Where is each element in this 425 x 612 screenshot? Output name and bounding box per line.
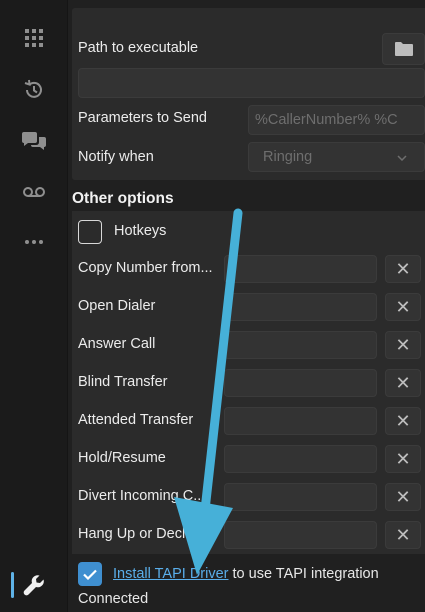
hotkey-row: Divert Incoming C... ✕ [72, 478, 425, 516]
hotkey-row: Answer Call ✕ [72, 326, 425, 364]
tapi-suffix: to use TAPI integration [228, 566, 379, 582]
hotkey-label: Hang Up or Decli... [78, 526, 201, 542]
hotkey-row: Open Dialer ✕ [72, 288, 425, 326]
wrench-icon[interactable] [0, 565, 68, 605]
tapi-checkbox[interactable] [78, 562, 102, 586]
tapi-line: Install TAPI Driver to use TAPI integrat… [113, 566, 379, 582]
notify-select-value: Ringing [263, 149, 313, 165]
history-icon[interactable] [0, 70, 68, 110]
chevron-down-icon [397, 155, 407, 161]
parameters-label: Parameters to Send [78, 110, 207, 126]
section-heading: Other options [72, 190, 174, 207]
clear-hotkey-button[interactable]: ✕ [385, 407, 421, 435]
close-icon: ✕ [395, 258, 411, 279]
hotkey-label: Divert Incoming C... [78, 488, 206, 504]
hotkey-input[interactable] [224, 445, 377, 473]
parameters-input[interactable]: %CallerNumber% %C [248, 105, 425, 135]
hotkey-label: Answer Call [78, 336, 156, 352]
hotkey-label: Blind Transfer [78, 374, 168, 390]
close-icon: ✕ [395, 410, 411, 431]
connection-status: Connected [78, 591, 149, 607]
hotkeys-label: Hotkeys [114, 223, 167, 239]
path-label: Path to executable [78, 40, 199, 56]
clear-hotkey-button[interactable]: ✕ [385, 293, 421, 321]
hotkey-input[interactable] [224, 255, 377, 283]
settings-panel: Path to executable Parameters to Send %C… [68, 0, 425, 612]
install-tapi-link[interactable]: Install TAPI Driver [113, 566, 229, 582]
clear-hotkey-button[interactable]: ✕ [385, 369, 421, 397]
notify-select[interactable]: Ringing [248, 142, 425, 172]
close-icon: ✕ [395, 486, 411, 507]
apps-grid-icon[interactable] [0, 18, 68, 58]
hotkey-input[interactable] [224, 483, 377, 511]
sidebar [0, 0, 68, 612]
hotkey-row: Hold/Resume ✕ [72, 440, 425, 478]
hotkey-row: Blind Transfer ✕ [72, 364, 425, 402]
close-icon: ✕ [395, 524, 411, 545]
launch-settings-section: Path to executable Parameters to Send %C… [72, 8, 425, 180]
hotkey-input[interactable] [224, 293, 377, 321]
hotkeys-row[interactable]: Hotkeys [72, 211, 425, 251]
clear-hotkey-button[interactable]: ✕ [385, 255, 421, 283]
path-input[interactable] [78, 68, 425, 98]
hotkey-input[interactable] [224, 331, 377, 359]
clear-hotkey-button[interactable]: ✕ [385, 331, 421, 359]
voicemail-icon[interactable] [0, 172, 68, 212]
hotkey-label: Attended Transfer [78, 412, 194, 428]
hotkey-input[interactable] [224, 521, 377, 549]
hotkey-label: Hold/Resume [78, 450, 166, 466]
hotkey-row: Hang Up or Decli... ✕ [72, 516, 425, 554]
clear-hotkey-button[interactable]: ✕ [385, 483, 421, 511]
hotkey-input[interactable] [224, 369, 377, 397]
hotkey-row: Copy Number from... ✕ [72, 250, 425, 288]
close-icon: ✕ [395, 334, 411, 355]
hotkey-input[interactable] [224, 407, 377, 435]
clear-hotkey-button[interactable]: ✕ [385, 521, 421, 549]
browse-button[interactable] [382, 33, 425, 65]
hotkey-label: Copy Number from... [78, 260, 213, 276]
folder-icon [394, 42, 413, 56]
close-icon: ✕ [395, 296, 411, 317]
parameters-input-value: %CallerNumber% %C [255, 112, 398, 128]
close-icon: ✕ [395, 372, 411, 393]
chat-icon[interactable] [0, 122, 68, 162]
hotkey-row: Attended Transfer ✕ [72, 402, 425, 440]
clear-hotkey-button[interactable]: ✕ [385, 445, 421, 473]
hotkey-label: Open Dialer [78, 298, 156, 314]
notify-label: Notify when [78, 149, 154, 165]
close-icon: ✕ [395, 448, 411, 469]
hotkeys-checkbox[interactable] [78, 220, 102, 244]
more-icon[interactable] [0, 222, 68, 262]
checkmark-icon [83, 569, 97, 580]
